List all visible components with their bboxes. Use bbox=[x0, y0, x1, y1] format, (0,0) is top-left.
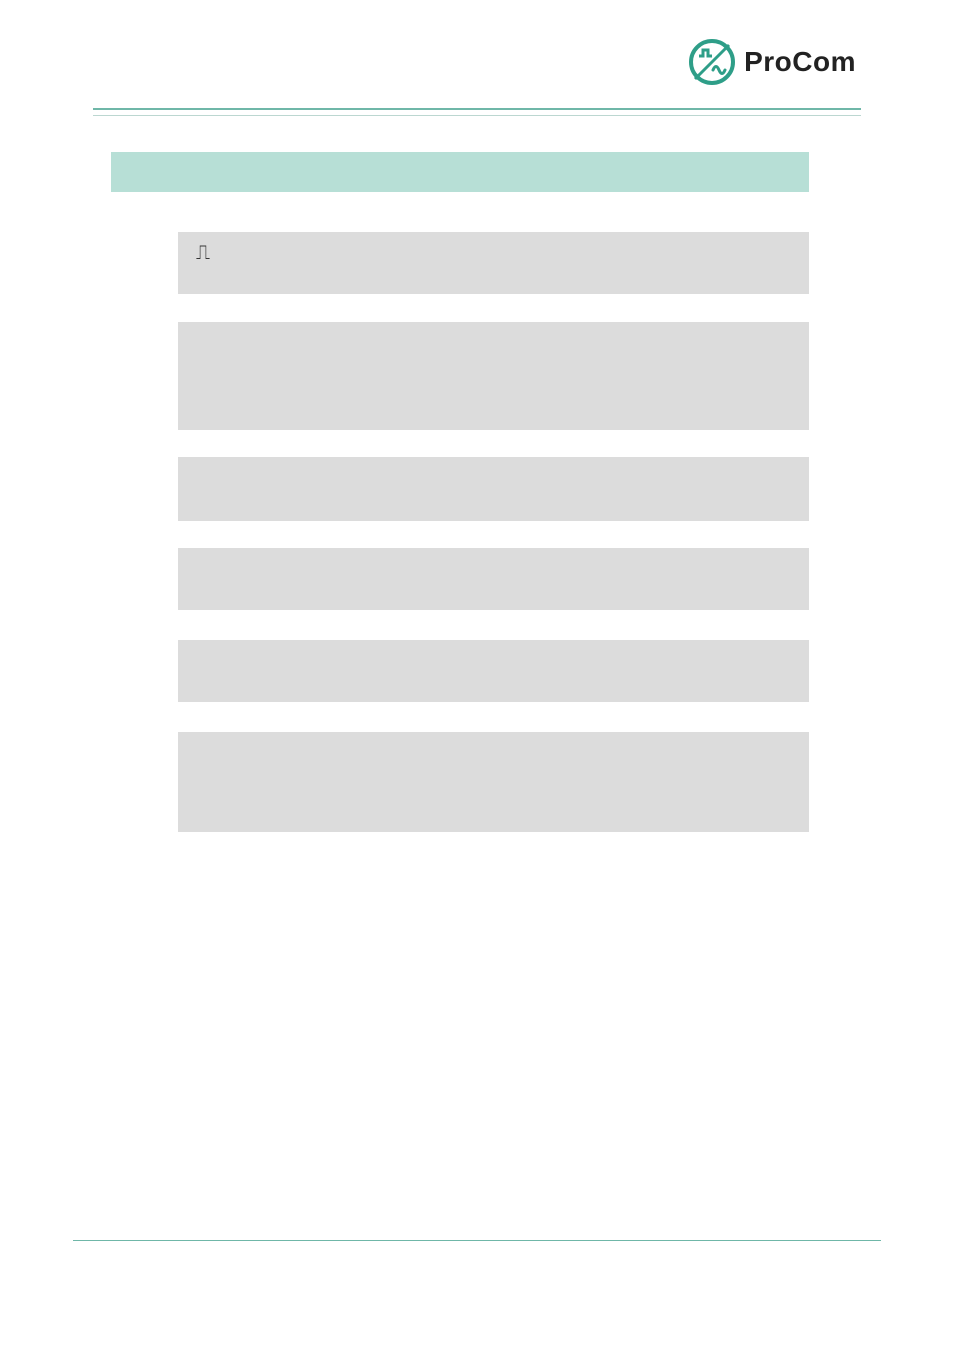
brand-mark-icon bbox=[688, 38, 736, 86]
brand-name: ProCom bbox=[744, 46, 856, 78]
content-block-6 bbox=[178, 732, 809, 832]
content-block-3 bbox=[178, 457, 809, 521]
content-block-2 bbox=[178, 322, 809, 430]
content-block-5 bbox=[178, 640, 809, 702]
brand-logo: ProCom bbox=[688, 38, 856, 86]
pulse-glyph-icon: ⎍ bbox=[196, 242, 210, 265]
content-block-1: ⎍ bbox=[178, 232, 809, 294]
header-divider bbox=[93, 108, 861, 116]
section-heading-bar bbox=[111, 152, 809, 192]
footer-divider bbox=[73, 1240, 881, 1241]
document-page: ProCom ⎍ bbox=[0, 0, 954, 1351]
content-block-4 bbox=[178, 548, 809, 610]
